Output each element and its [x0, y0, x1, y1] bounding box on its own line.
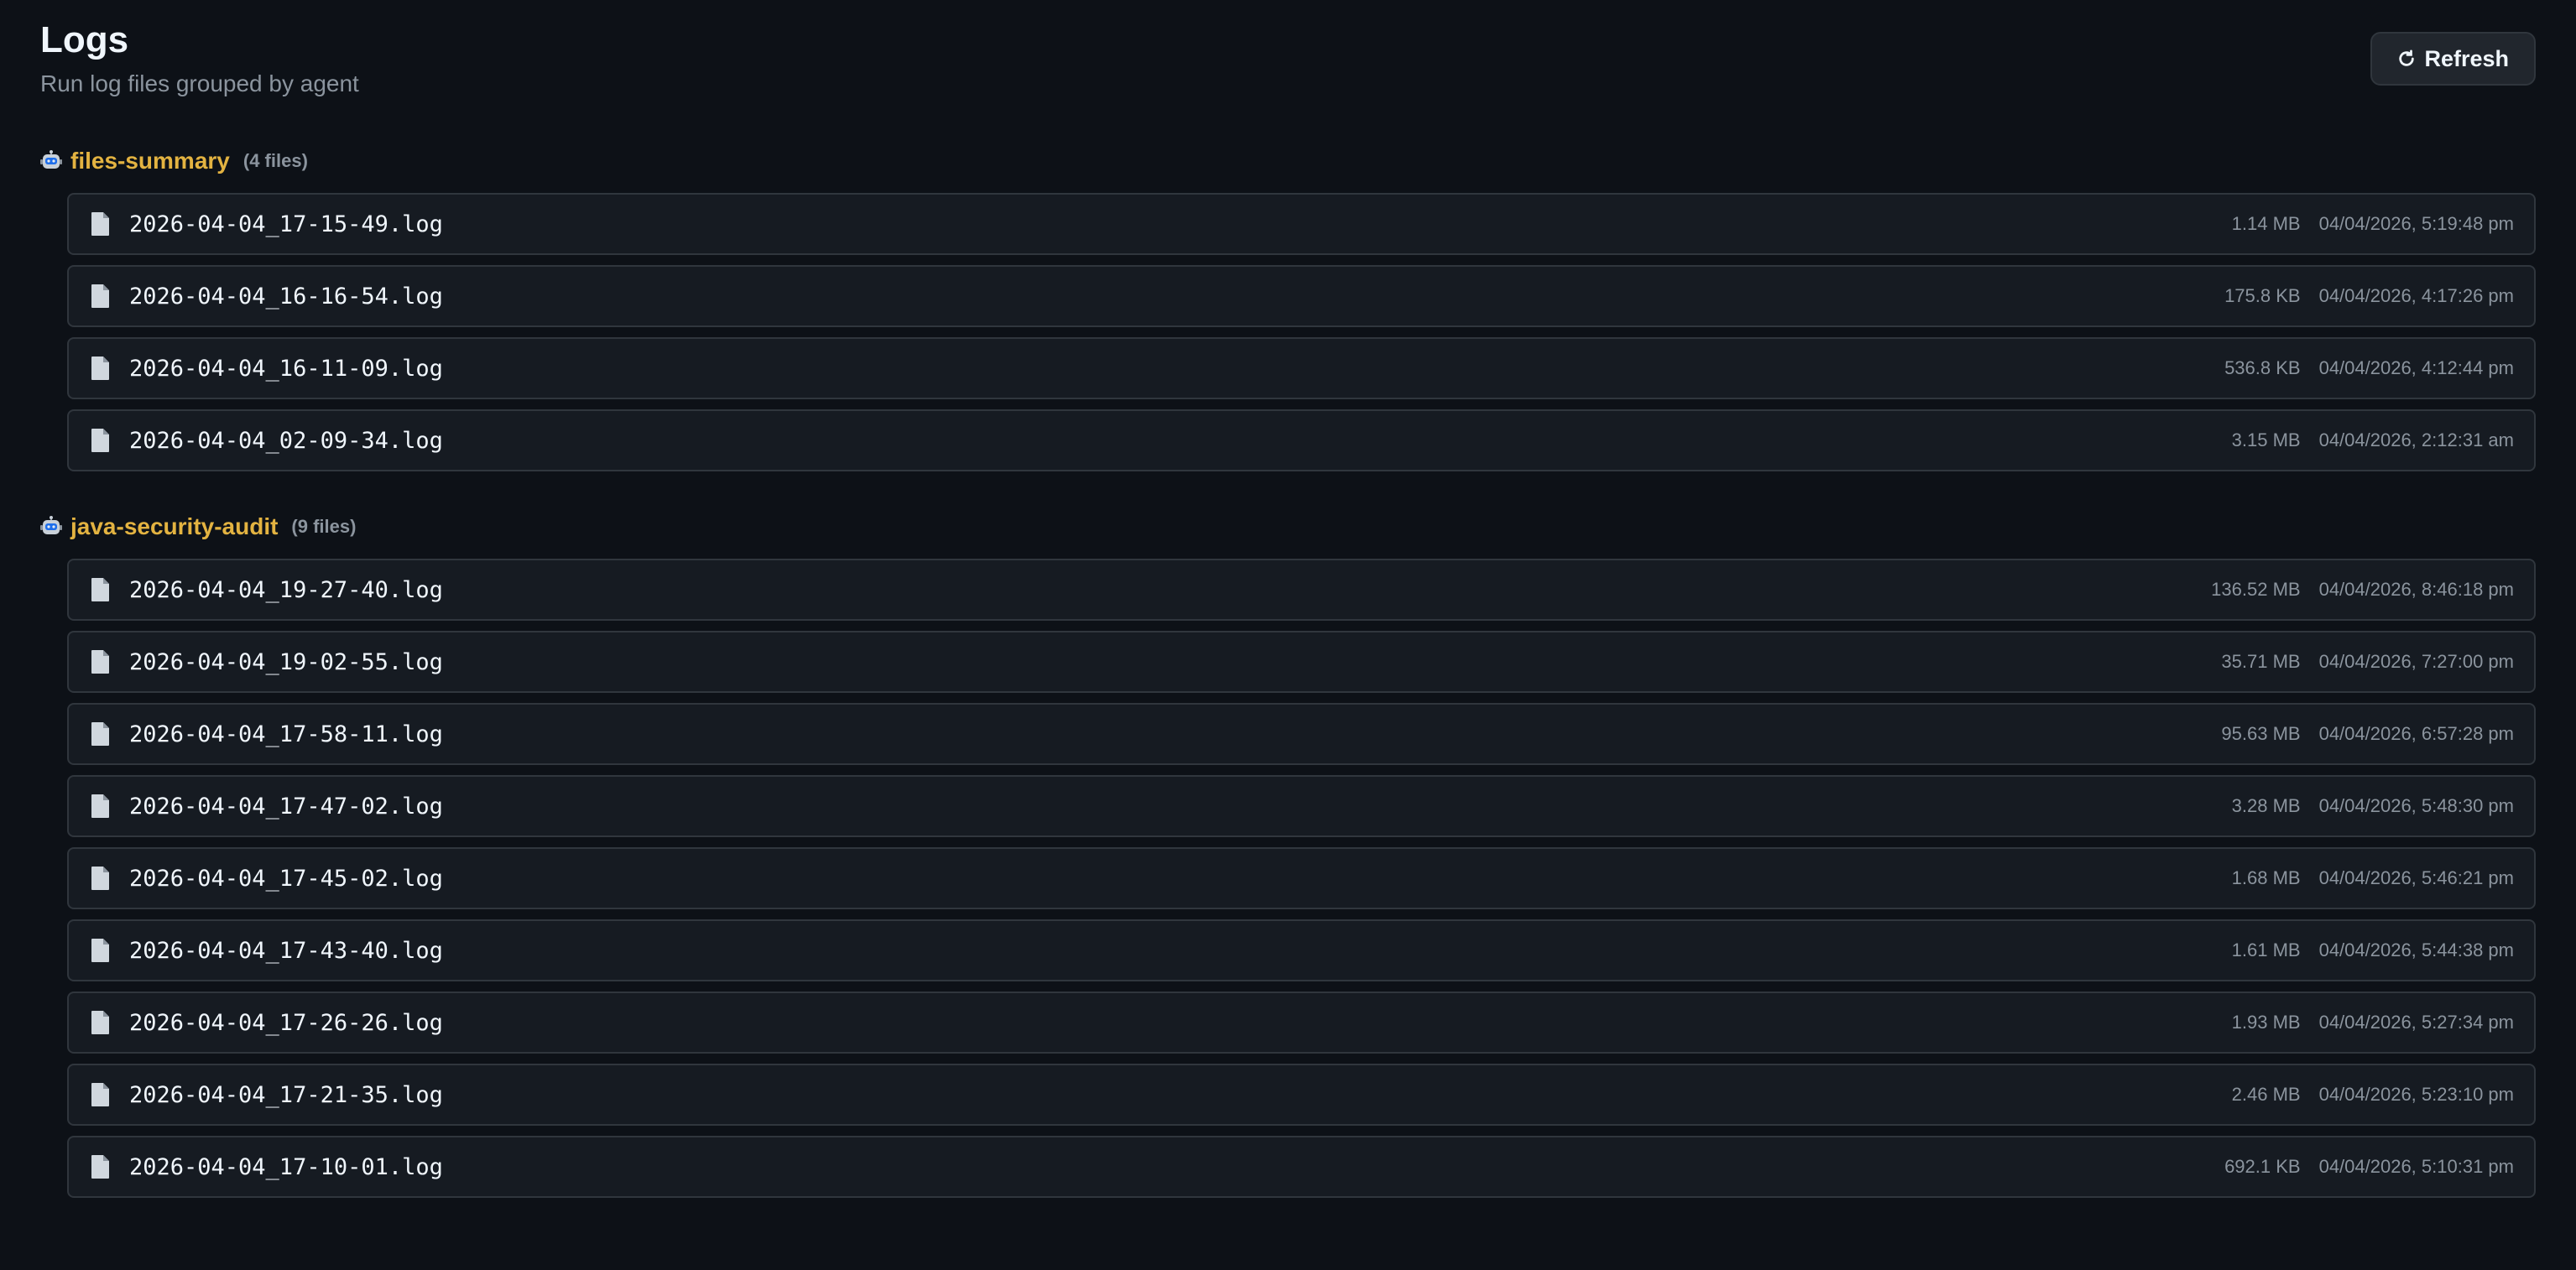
- refresh-button[interactable]: Refresh: [2370, 32, 2536, 86]
- agent-group-file-count: (9 files): [291, 516, 357, 537]
- refresh-icon: [2399, 49, 2415, 66]
- file-icon: [91, 794, 109, 818]
- file-icon: [91, 429, 109, 452]
- log-file-name: 2026-04-04_16-11-09.log: [129, 355, 443, 382]
- logs-page: Logs Run log files grouped by agent Refr…: [0, 0, 2576, 1270]
- log-file-row[interactable]: 2026-04-04_16-11-09.log 536.8 KB 04/04/2…: [67, 337, 2536, 399]
- log-file-size: 536.8 KB: [2224, 357, 2301, 378]
- log-file-date: 04/04/2026, 5:19:48 pm: [2318, 213, 2514, 234]
- log-file-date: 04/04/2026, 5:48:30 pm: [2318, 795, 2514, 816]
- agent-group-name[interactable]: java-security-audit: [70, 513, 278, 540]
- log-file-size: 3.28 MB: [2231, 795, 2301, 816]
- file-icon: [91, 650, 109, 674]
- log-groups: files-summary (4 files) 2026-04-04_17-15…: [40, 144, 2536, 1198]
- log-file-name: 2026-04-04_17-58-11.log: [129, 721, 443, 747]
- file-icon: [91, 939, 109, 962]
- log-file-size: 95.63 MB: [2221, 723, 2301, 744]
- log-file-date: 04/04/2026, 4:12:44 pm: [2318, 357, 2514, 378]
- log-file-row[interactable]: 2026-04-04_19-02-55.log 35.71 MB 04/04/2…: [67, 631, 2536, 693]
- agent-group-file-count: (4 files): [242, 150, 308, 171]
- file-icon: [91, 284, 109, 308]
- agent-group-name[interactable]: files-summary: [70, 148, 230, 174]
- file-list: 2026-04-04_17-15-49.log 1.14 MB 04/04/20…: [67, 193, 2536, 471]
- log-file-date: 04/04/2026, 5:10:31 pm: [2318, 1156, 2514, 1177]
- file-icon: [91, 357, 109, 380]
- agent-group: files-summary (4 files) 2026-04-04_17-15…: [40, 144, 2536, 471]
- log-file-row[interactable]: 2026-04-04_17-43-40.log 1.61 MB 04/04/20…: [67, 919, 2536, 981]
- log-file-size: 3.15 MB: [2231, 429, 2301, 450]
- file-icon: [91, 578, 109, 601]
- agent-group-header: java-security-audit (9 files): [40, 510, 2536, 544]
- log-file-row[interactable]: 2026-04-04_17-15-49.log 1.14 MB 04/04/20…: [67, 193, 2536, 255]
- file-icon: [91, 867, 109, 890]
- file-icon: [91, 722, 109, 746]
- log-file-name: 2026-04-04_17-10-01.log: [129, 1153, 443, 1180]
- log-file-date: 04/04/2026, 5:44:38 pm: [2318, 939, 2514, 960]
- log-file-row[interactable]: 2026-04-04_17-47-02.log 3.28 MB 04/04/20…: [67, 775, 2536, 837]
- file-list: 2026-04-04_19-27-40.log 136.52 MB 04/04/…: [67, 559, 2536, 1198]
- log-file-name: 2026-04-04_17-47-02.log: [129, 793, 443, 820]
- log-file-size: 136.52 MB: [2211, 579, 2301, 600]
- agent-group: java-security-audit (9 files) 2026-04-04…: [40, 510, 2536, 1198]
- robot-icon: [40, 516, 62, 534]
- page-subtitle: Run log files grouped by agent: [40, 70, 359, 96]
- robot-icon: [40, 150, 62, 169]
- log-file-name: 2026-04-04_17-26-26.log: [129, 1009, 443, 1036]
- refresh-button-label: Refresh: [2424, 45, 2509, 71]
- log-file-name: 2026-04-04_17-45-02.log: [129, 865, 443, 892]
- log-file-size: 175.8 KB: [2224, 285, 2301, 306]
- log-file-size: 35.71 MB: [2221, 651, 2301, 672]
- log-file-size: 1.68 MB: [2231, 867, 2301, 888]
- log-file-name: 2026-04-04_17-43-40.log: [129, 937, 443, 964]
- log-file-name: 2026-04-04_17-21-35.log: [129, 1081, 443, 1108]
- log-file-name: 2026-04-04_19-27-40.log: [129, 576, 443, 603]
- log-file-row[interactable]: 2026-04-04_16-16-54.log 175.8 KB 04/04/2…: [67, 265, 2536, 327]
- log-file-date: 04/04/2026, 5:46:21 pm: [2318, 867, 2514, 888]
- log-file-row[interactable]: 2026-04-04_17-10-01.log 692.1 KB 04/04/2…: [67, 1136, 2536, 1198]
- log-file-date: 04/04/2026, 4:17:26 pm: [2318, 285, 2514, 306]
- file-icon: [91, 212, 109, 236]
- log-file-name: 2026-04-04_19-02-55.log: [129, 648, 443, 675]
- log-file-size: 2.46 MB: [2231, 1084, 2301, 1105]
- log-file-date: 04/04/2026, 2:12:31 am: [2318, 429, 2514, 450]
- file-icon: [91, 1011, 109, 1034]
- log-file-row[interactable]: 2026-04-04_19-27-40.log 136.52 MB 04/04/…: [67, 559, 2536, 621]
- log-file-row[interactable]: 2026-04-04_17-21-35.log 2.46 MB 04/04/20…: [67, 1064, 2536, 1126]
- file-icon: [91, 1155, 109, 1179]
- log-file-row[interactable]: 2026-04-04_17-26-26.log 1.93 MB 04/04/20…: [67, 992, 2536, 1054]
- log-file-date: 04/04/2026, 5:23:10 pm: [2318, 1084, 2514, 1105]
- log-file-row[interactable]: 2026-04-04_17-58-11.log 95.63 MB 04/04/2…: [67, 703, 2536, 765]
- log-file-name: 2026-04-04_02-09-34.log: [129, 427, 443, 454]
- log-file-size: 692.1 KB: [2224, 1156, 2301, 1177]
- log-file-size: 1.14 MB: [2231, 213, 2301, 234]
- log-file-name: 2026-04-04_17-15-49.log: [129, 211, 443, 237]
- log-file-date: 04/04/2026, 6:57:28 pm: [2318, 723, 2514, 744]
- page-header: Logs Run log files grouped by agent Refr…: [40, 18, 2536, 144]
- log-file-date: 04/04/2026, 8:46:18 pm: [2318, 579, 2514, 600]
- log-file-row[interactable]: 2026-04-04_02-09-34.log 3.15 MB 04/04/20…: [67, 409, 2536, 471]
- log-file-size: 1.93 MB: [2231, 1012, 2301, 1033]
- agent-group-header: files-summary (4 files): [40, 144, 2536, 178]
- log-file-row[interactable]: 2026-04-04_17-45-02.log 1.68 MB 04/04/20…: [67, 847, 2536, 909]
- file-icon: [91, 1083, 109, 1106]
- log-file-size: 1.61 MB: [2231, 939, 2301, 960]
- log-file-date: 04/04/2026, 7:27:00 pm: [2318, 651, 2514, 672]
- page-title: Logs: [40, 19, 129, 60]
- log-file-name: 2026-04-04_16-16-54.log: [129, 283, 443, 310]
- log-file-date: 04/04/2026, 5:27:34 pm: [2318, 1012, 2514, 1033]
